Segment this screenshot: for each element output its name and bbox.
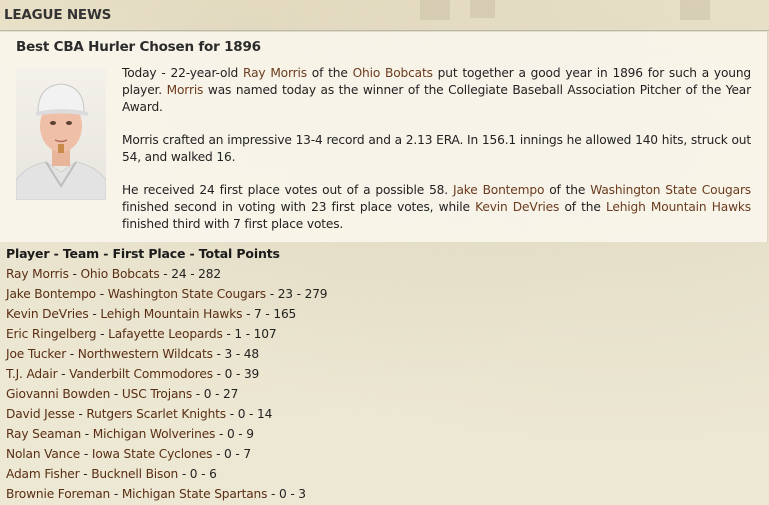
results-row: Giovanni Bowden - USC Trojans - 0 - 27 <box>6 384 327 404</box>
team-link[interactable]: Michigan Wolverines <box>93 427 216 441</box>
article-body: Today - 22-year-old Ray Morris of the Oh… <box>16 65 751 249</box>
player-link[interactable]: Adam Fisher <box>6 467 80 481</box>
vote-totals: - 0 - 9 <box>215 427 254 441</box>
vote-totals: - 7 - 165 <box>242 307 297 321</box>
team-link[interactable]: Michigan State Spartans <box>122 487 268 501</box>
team-link[interactable]: Rutgers Scarlet Knights <box>86 407 226 421</box>
article-text: Morris crafted an impressive 13-4 record… <box>122 133 751 164</box>
player-link[interactable]: Nolan Vance <box>6 447 80 461</box>
team-link[interactable]: Lehigh Mountain Hawks <box>100 307 242 321</box>
section-header: LEAGUE NEWS <box>0 0 769 31</box>
article-text: was named today as the winner of the Col… <box>122 83 751 114</box>
vote-totals: - 3 - 48 <box>212 347 260 361</box>
team-link[interactable]: Ohio Bobcats <box>80 267 159 281</box>
separator: - <box>88 307 101 321</box>
separator: - <box>68 267 81 281</box>
news-article: Best CBA Hurler Chosen for 1896 Today - … <box>0 32 768 242</box>
team-link[interactable]: Lafayette Leopards <box>108 327 223 341</box>
results-row: Ray Morris - Ohio Bobcats - 24 - 282 <box>6 264 327 284</box>
article-link[interactable]: Kevin DeVries <box>475 200 559 214</box>
team-link[interactable]: Northwestern Wildcats <box>78 347 213 361</box>
vote-totals: - 24 - 282 <box>159 267 221 281</box>
team-link[interactable]: Vanderbilt Commodores <box>69 367 213 381</box>
team-link[interactable]: Bucknell Bison <box>91 467 178 481</box>
article-text: He received 24 first place votes out of … <box>122 183 453 197</box>
results-row: Jake Bontempo - Washington State Cougars… <box>6 284 328 304</box>
separator: - <box>110 387 122 401</box>
player-link[interactable]: Eric Ringelberg <box>6 327 97 341</box>
article-text: finished second in voting with 23 first … <box>122 200 476 214</box>
results-row: T.J. Adair - Vanderbilt Commodores - 0 -… <box>6 364 327 384</box>
results-row: Eric Ringelberg - Lafayette Leopards - 1… <box>6 324 327 344</box>
article-text: finished third with 7 first place votes. <box>122 217 344 231</box>
vote-totals: - 1 - 107 <box>222 327 277 341</box>
vote-totals: - 0 - 27 <box>192 387 239 401</box>
article-text: Today - 22-year-old <box>122 66 244 80</box>
article-link[interactable]: Ray Morris <box>243 66 307 80</box>
article-headline: Best CBA Hurler Chosen for 1896 <box>16 39 261 55</box>
results-row: David Jesse - Rutgers Scarlet Knights - … <box>6 404 327 424</box>
team-link[interactable]: Washington State Cougars <box>108 287 266 301</box>
separator: - <box>81 427 93 441</box>
player-link[interactable]: Ray Seaman <box>6 427 81 441</box>
team-link[interactable]: Iowa State Cyclones <box>92 447 213 461</box>
separator: - <box>96 327 109 341</box>
results-row: Nolan Vance - Iowa State Cyclones - 0 - … <box>6 444 327 464</box>
results-row: Brownie Foreman - Michigan State Spartan… <box>6 484 327 504</box>
results-row: Joe Tucker - Northwestern Wildcats - 3 -… <box>6 344 327 364</box>
article-link[interactable]: Morris <box>167 83 204 97</box>
player-link[interactable]: Ray Morris <box>6 267 69 281</box>
player-link[interactable]: Joe Tucker <box>6 347 66 361</box>
results-row: Kevin DeVries - Lehigh Mountain Hawks - … <box>6 304 327 324</box>
article-link[interactable]: Ohio Bobcats <box>353 66 433 80</box>
section-title: LEAGUE NEWS <box>4 7 112 23</box>
vote-totals: - 0 - 7 <box>212 447 251 461</box>
player-link[interactable]: Kevin DeVries <box>6 307 89 321</box>
separator: - <box>57 367 70 381</box>
voting-results: Player - Team - First Place - Total Poin… <box>6 244 328 504</box>
article-paragraph: He received 24 first place votes out of … <box>16 182 751 233</box>
article-text: of the <box>559 200 606 214</box>
player-link[interactable]: Brownie Foreman <box>6 487 110 501</box>
article-paragraph: Morris crafted an impressive 13-4 record… <box>16 132 751 166</box>
article-text: of the <box>306 66 353 80</box>
separator: - <box>66 347 78 361</box>
separator: - <box>80 447 92 461</box>
results-header: Player - Team - First Place - Total Poin… <box>6 246 280 261</box>
vote-totals: - 23 - 279 <box>266 287 328 301</box>
separator: - <box>96 287 108 301</box>
results-row: Adam Fisher - Bucknell Bison - 0 - 6 <box>6 464 327 484</box>
player-link[interactable]: David Jesse <box>6 407 75 421</box>
article-paragraph: Today - 22-year-old Ray Morris of the Oh… <box>16 65 751 116</box>
vote-totals: - 0 - 3 <box>267 487 306 501</box>
separator: - <box>74 407 87 421</box>
vote-totals: - 0 - 6 <box>178 467 217 481</box>
team-link[interactable]: USC Trojans <box>122 387 192 401</box>
separator: - <box>110 487 122 501</box>
article-text: of the <box>544 183 591 197</box>
article-link[interactable]: Lehigh Mountain Hawks <box>606 200 751 214</box>
vote-totals: - 0 - 39 <box>212 367 260 381</box>
results-row: Ray Seaman - Michigan Wolverines - 0 - 9 <box>6 424 327 444</box>
player-link[interactable]: Giovanni Bowden <box>6 387 110 401</box>
article-link[interactable]: Washington State Cougars <box>590 183 751 197</box>
player-link[interactable]: T.J. Adair <box>6 367 58 381</box>
separator: - <box>79 467 92 481</box>
player-link[interactable]: Jake Bontempo <box>6 287 96 301</box>
vote-totals: - 0 - 14 <box>226 407 273 421</box>
article-link[interactable]: Jake Bontempo <box>453 183 544 197</box>
